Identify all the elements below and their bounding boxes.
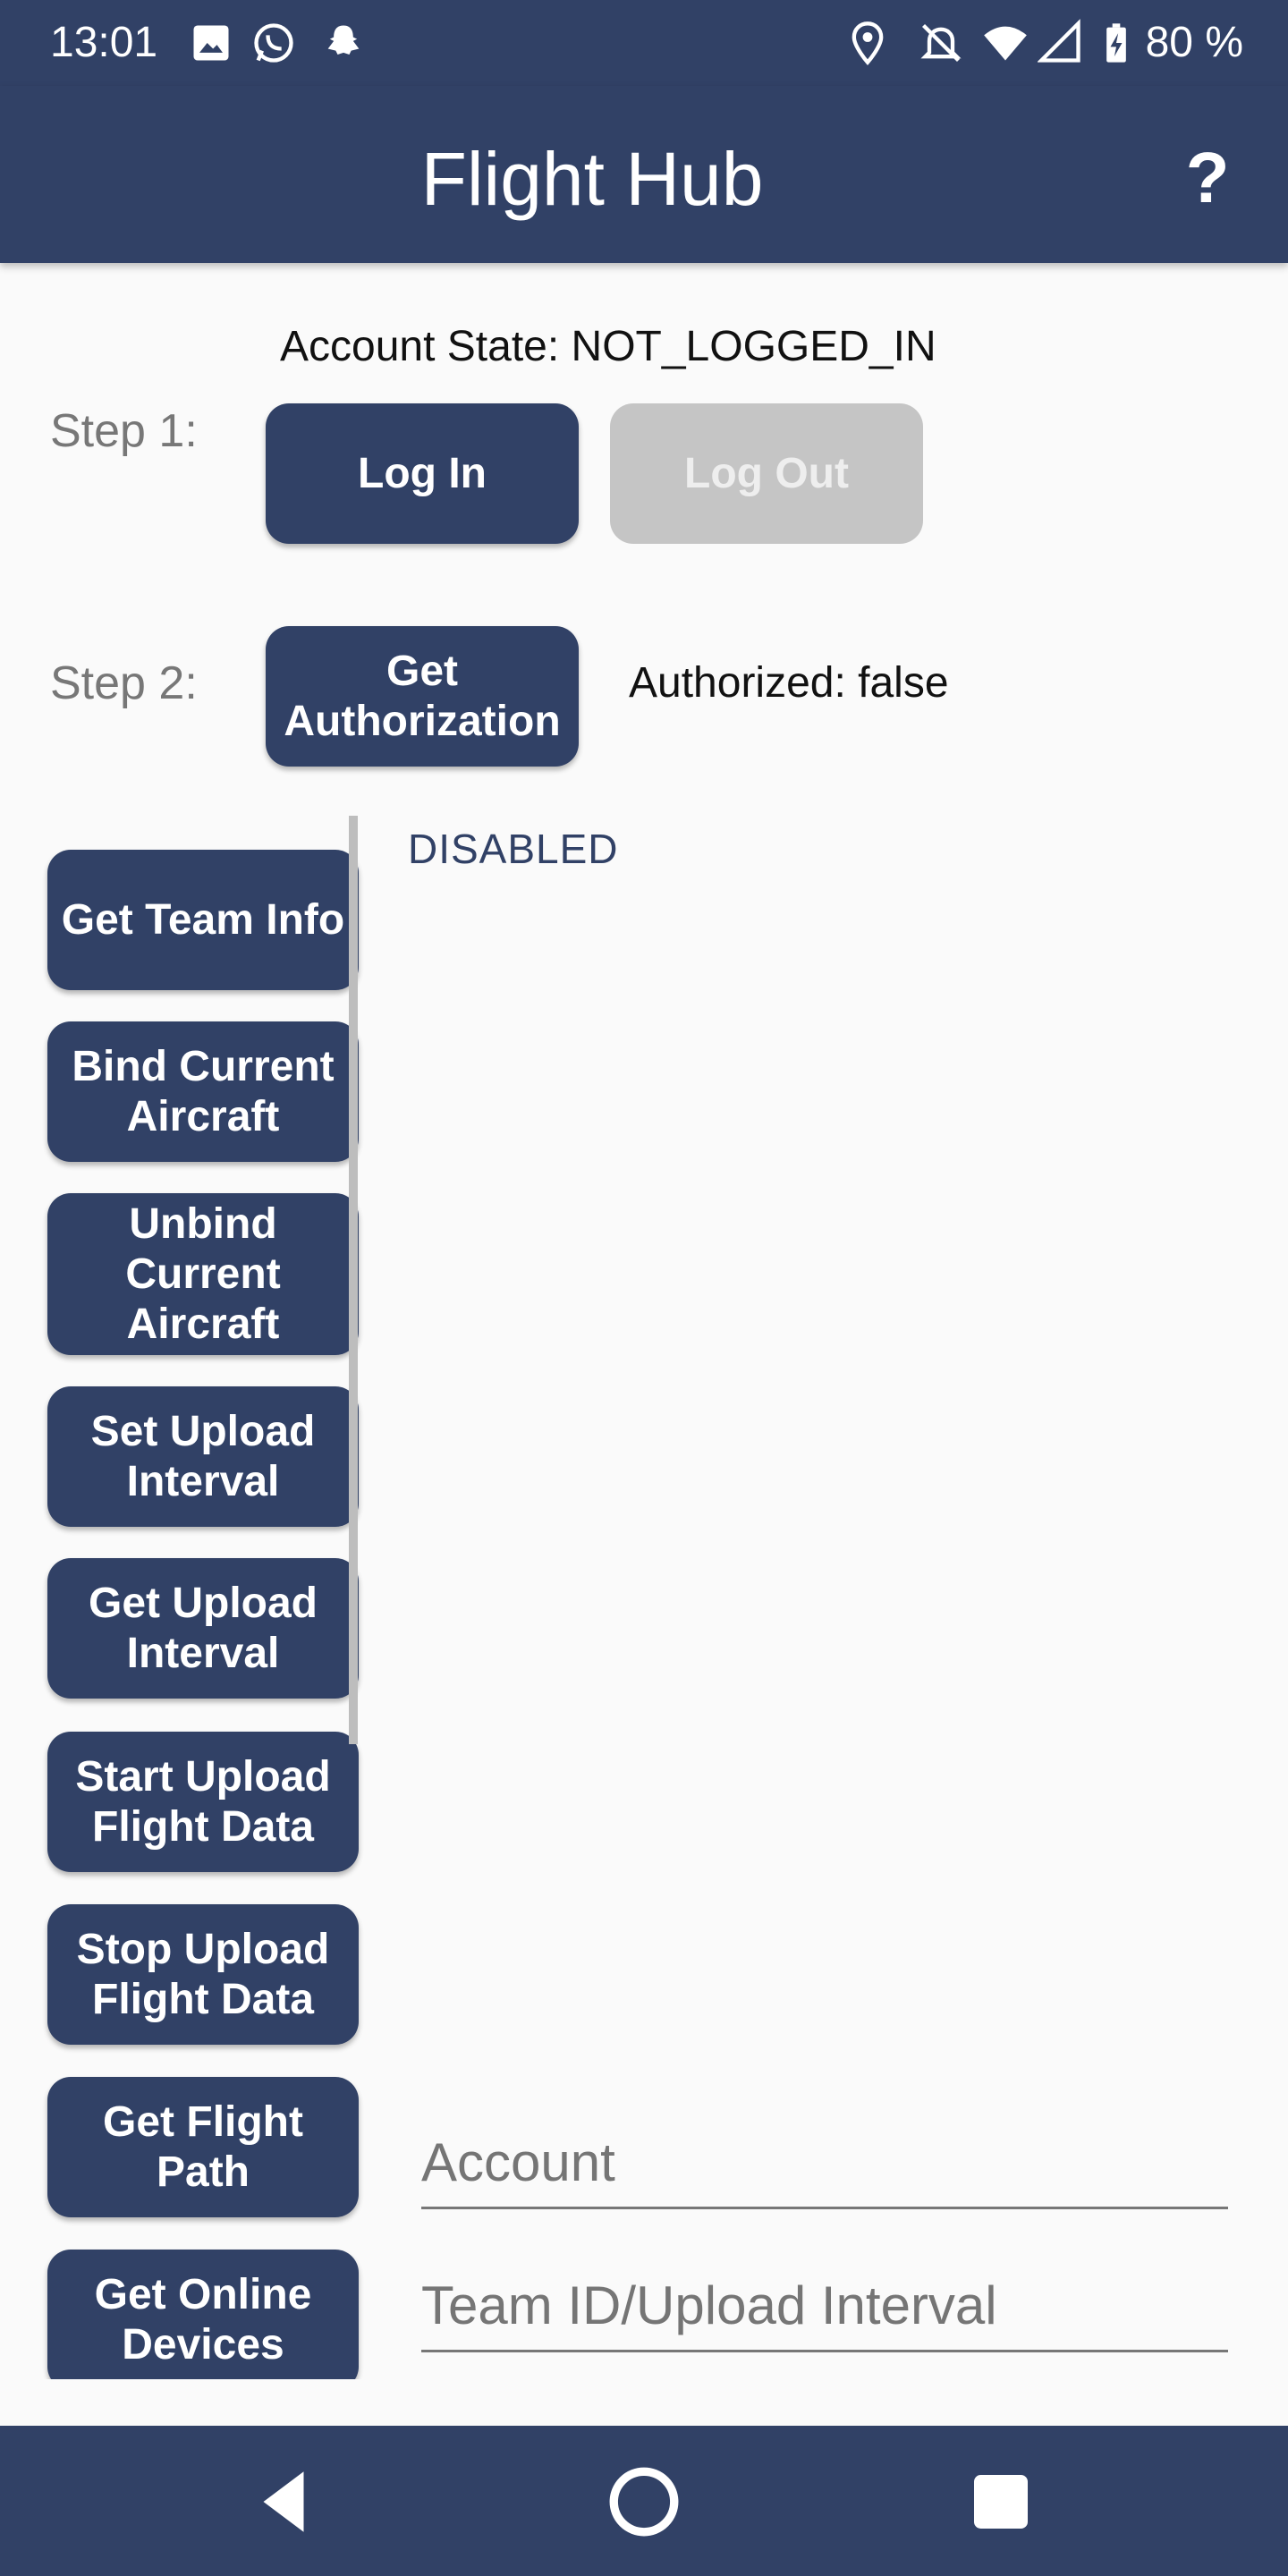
get-upload-interval-button[interactable]: Get Upload Interval <box>47 1558 359 1699</box>
battery-percent: 80 % <box>1145 19 1243 66</box>
team-id-input[interactable] <box>421 2275 1228 2336</box>
back-icon[interactable] <box>243 2462 324 2542</box>
bind-current-aircraft-button[interactable]: Bind Current Aircraft <box>47 1021 359 1162</box>
authorized-status: Authorized: false <box>629 659 949 707</box>
account-input[interactable] <box>421 2131 1228 2193</box>
stop-upload-flight-data-button[interactable]: Stop Upload Flight Data <box>47 1904 359 2045</box>
set-upload-interval-button[interactable]: Set Upload Interval <box>47 1386 359 1527</box>
recents-icon[interactable] <box>961 2462 1041 2542</box>
app-bar: Flight Hub ? <box>0 86 1288 263</box>
logout-button[interactable]: Log Out <box>610 403 923 544</box>
action-list[interactable]: Get Team Info Bind Current Aircraft Unbi… <box>0 816 367 2379</box>
wifi-icon <box>984 26 1027 61</box>
whatsapp-icon <box>254 23 293 63</box>
step1-label: Step 1: <box>50 405 198 457</box>
get-online-devices-button[interactable]: Get Online Devices <box>47 2250 359 2379</box>
step2-label: Step 2: <box>50 657 198 709</box>
get-flight-path-button[interactable]: Get Flight Path <box>47 2077 359 2217</box>
location-icon <box>852 21 884 65</box>
unbind-current-aircraft-button[interactable]: Unbind Current Aircraft <box>47 1193 359 1355</box>
snapchat-icon <box>327 25 360 55</box>
status-bar: 13:01 80 % <box>0 0 1288 86</box>
status-time: 13:01 <box>50 19 158 66</box>
battery-charging-icon <box>1106 23 1126 63</box>
login-button[interactable]: Log In <box>266 403 579 544</box>
team-id-field[interactable] <box>421 2270 1228 2352</box>
navigation-bar <box>0 2426 1288 2576</box>
page-title: Flight Hub <box>420 137 764 221</box>
get-team-info-button[interactable]: Get Team Info <box>47 850 359 990</box>
image-icon <box>193 25 229 61</box>
account-state: Account State: NOT_LOGGED_IN <box>280 323 936 370</box>
help-button[interactable]: ? <box>1163 129 1252 227</box>
account-field[interactable] <box>421 2127 1228 2209</box>
home-icon[interactable] <box>604 2462 684 2542</box>
result-text: DISABLED <box>408 826 619 872</box>
get-authorization-button[interactable]: Get Authorization <box>266 626 579 767</box>
cellular-icon <box>1038 19 1080 63</box>
notifications-off-icon <box>920 23 962 63</box>
scrollbar[interactable] <box>349 816 358 1744</box>
start-upload-flight-data-button[interactable]: Start Upload Flight Data <box>47 1732 359 1872</box>
